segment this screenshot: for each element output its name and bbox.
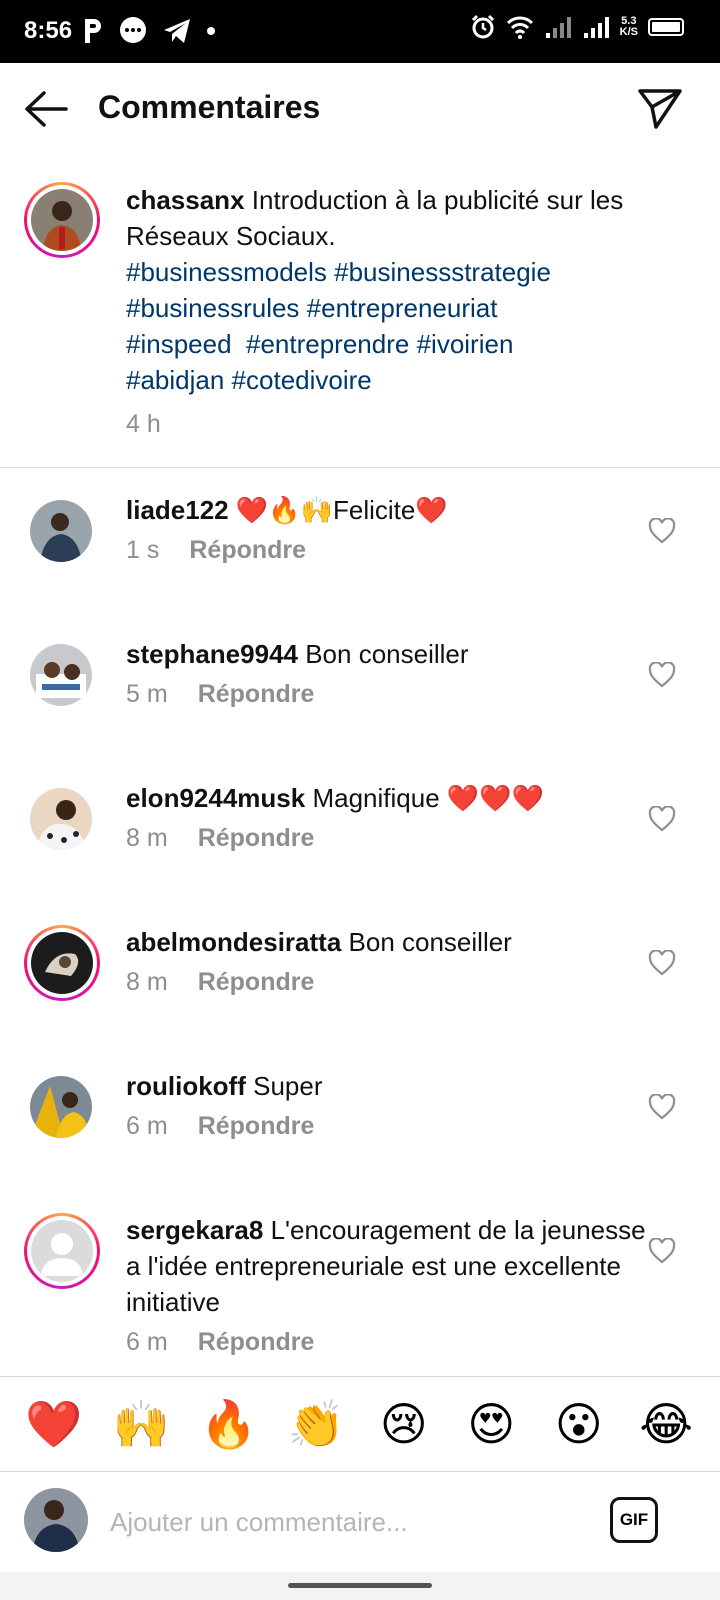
emoji-surprised-button[interactable]: 😮 xyxy=(548,1396,610,1452)
comment-body: sergekara8 L'encouragement de la jeuness… xyxy=(126,1212,646,1320)
hashtag-link[interactable]: #cotedivoire xyxy=(232,365,372,395)
comment-avatar[interactable] xyxy=(30,788,92,850)
telegram-icon xyxy=(164,19,190,43)
comment-timestamp: 6 m xyxy=(126,1328,168,1356)
comment-timestamp: 1 s xyxy=(126,536,160,564)
heart-like-icon[interactable] xyxy=(648,806,676,832)
status-bar: 8:56 5.3 K/S xyxy=(0,0,720,63)
network-speed-unit: K/S xyxy=(619,26,638,38)
network-speed: 5.3 K/S xyxy=(620,16,638,38)
hashtag-link[interactable]: #abidjan xyxy=(126,365,224,395)
comment-avatar[interactable] xyxy=(24,925,100,1001)
comment-username[interactable]: elon9244musk xyxy=(126,783,305,813)
comment-text: Magnifique ❤️❤️❤️ xyxy=(312,783,544,813)
caption-author-avatar[interactable] xyxy=(24,182,100,258)
comment-timestamp: 8 m xyxy=(126,824,168,852)
heart-like-icon[interactable] xyxy=(648,1238,676,1264)
comment-timestamp: 5 m xyxy=(126,680,168,708)
share-send-icon[interactable] xyxy=(636,87,684,131)
comment-timestamp: 6 m xyxy=(126,1112,168,1140)
comment-input[interactable] xyxy=(110,1500,570,1544)
comment-body: rouliokoff Super xyxy=(126,1068,646,1104)
caption-timestamp: 4 h xyxy=(126,410,161,438)
comment-username[interactable]: liade122 xyxy=(126,495,229,525)
system-icons: 5.3 K/S xyxy=(470,14,684,40)
comment-username[interactable]: rouliokoff xyxy=(126,1071,246,1101)
hashtag-link[interactable]: #businessstrategie xyxy=(334,257,551,287)
comment-body: liade122 ❤️🔥🙌Felicite❤️ xyxy=(126,492,646,528)
comment-meta: 8 m Répondre xyxy=(126,968,314,997)
hashtag-link[interactable]: #businessmodels xyxy=(126,257,327,287)
comment-username[interactable]: sergekara8 xyxy=(126,1215,263,1245)
header: Commentaires xyxy=(0,63,720,158)
comment-avatar[interactable] xyxy=(24,1213,100,1289)
status-time: 8:56 xyxy=(24,17,73,44)
wifi-icon xyxy=(506,16,533,39)
comment-meta: 1 s Répondre xyxy=(126,536,306,565)
comment-meta: 6 m Répondre xyxy=(126,1112,314,1141)
emoji-raised-hands-button[interactable]: 🙌 xyxy=(110,1396,172,1452)
current-user-avatar xyxy=(24,1488,88,1552)
comment-text: Bon conseiller xyxy=(305,639,469,669)
hashtag-link[interactable]: #businessrules xyxy=(126,293,299,323)
battery-icon xyxy=(648,18,684,36)
post-caption: chassanx Introduction à la publicité sur… xyxy=(126,182,646,398)
emoji-heart-button[interactable]: ❤️ xyxy=(23,1396,85,1452)
home-indicator[interactable] xyxy=(288,1583,432,1588)
comment-meta: 5 m Répondre xyxy=(126,680,314,709)
emoji-fire-button[interactable]: 🔥 xyxy=(198,1396,260,1452)
default-avatar-icon xyxy=(31,1220,93,1282)
avatar-image xyxy=(31,189,93,251)
comment-meta: 6 m Répondre xyxy=(126,1328,314,1357)
emoji-laughing-button[interactable]: 😂 xyxy=(635,1396,697,1452)
heart-like-icon[interactable] xyxy=(648,662,676,688)
hashtag-link[interactable]: #entreprendre xyxy=(246,329,409,359)
notification-icons xyxy=(82,16,216,46)
system-nav-area xyxy=(0,1572,720,1600)
signal-icon-2 xyxy=(583,17,609,38)
gif-button[interactable]: GIF xyxy=(610,1497,658,1543)
emoji-clap-button[interactable]: 👏 xyxy=(285,1396,347,1452)
comment-timestamp: 8 m xyxy=(126,968,168,996)
reply-button[interactable]: Répondre xyxy=(198,680,315,708)
hashtag-link[interactable]: #inspeed xyxy=(126,329,232,359)
comment-avatar[interactable] xyxy=(30,644,92,706)
comment-text: ❤️🔥🙌Felicite❤️ xyxy=(235,495,448,525)
emoji-heart-eyes-button[interactable]: 😍 xyxy=(460,1396,522,1452)
chat-bubble-icon xyxy=(120,17,146,43)
page-title: Commentaires xyxy=(98,89,321,125)
comment-body: stephane9944 Bon conseiller xyxy=(126,636,646,672)
signal-icon xyxy=(545,17,571,38)
hashtag-link[interactable]: #ivoirien xyxy=(417,329,514,359)
emoji-quick-bar: ❤️ 🙌 🔥 👏 😢 😍 😮 😂 xyxy=(0,1376,720,1472)
reply-button[interactable]: Répondre xyxy=(189,536,306,564)
comment-text: Super xyxy=(253,1071,323,1101)
hashtag-link[interactable]: #entrepreneuriat xyxy=(307,293,498,323)
dot-icon xyxy=(207,27,215,35)
reply-button[interactable]: Répondre xyxy=(198,1328,315,1356)
comment-body: elon9244musk Magnifique ❤️❤️❤️ xyxy=(126,780,646,816)
reply-button[interactable]: Répondre xyxy=(198,968,315,996)
comment-username[interactable]: stephane9944 xyxy=(126,639,298,669)
comment-body: abelmondesiratta Bon conseiller xyxy=(126,924,646,960)
comment-meta: 8 m Répondre xyxy=(126,824,314,853)
reply-button[interactable]: Répondre xyxy=(198,1112,315,1140)
avatar-image xyxy=(31,932,93,994)
comment-avatar[interactable] xyxy=(30,500,92,562)
comment-avatar[interactable] xyxy=(30,1076,92,1138)
heart-like-icon[interactable] xyxy=(648,1094,676,1120)
alarm-icon xyxy=(471,14,494,39)
heart-like-icon[interactable] xyxy=(648,518,676,544)
caption-username[interactable]: chassanx xyxy=(126,185,245,215)
reply-button[interactable]: Répondre xyxy=(198,824,315,852)
divider xyxy=(0,467,720,468)
emoji-crying-button[interactable]: 😢 xyxy=(373,1396,435,1452)
comment-composer: GIF xyxy=(0,1472,720,1572)
p-app-icon xyxy=(85,19,101,43)
heart-like-icon[interactable] xyxy=(648,950,676,976)
comment-username[interactable]: abelmondesiratta xyxy=(126,927,341,957)
comment-text: Bon conseiller xyxy=(348,927,512,957)
back-arrow-icon[interactable] xyxy=(22,89,70,129)
